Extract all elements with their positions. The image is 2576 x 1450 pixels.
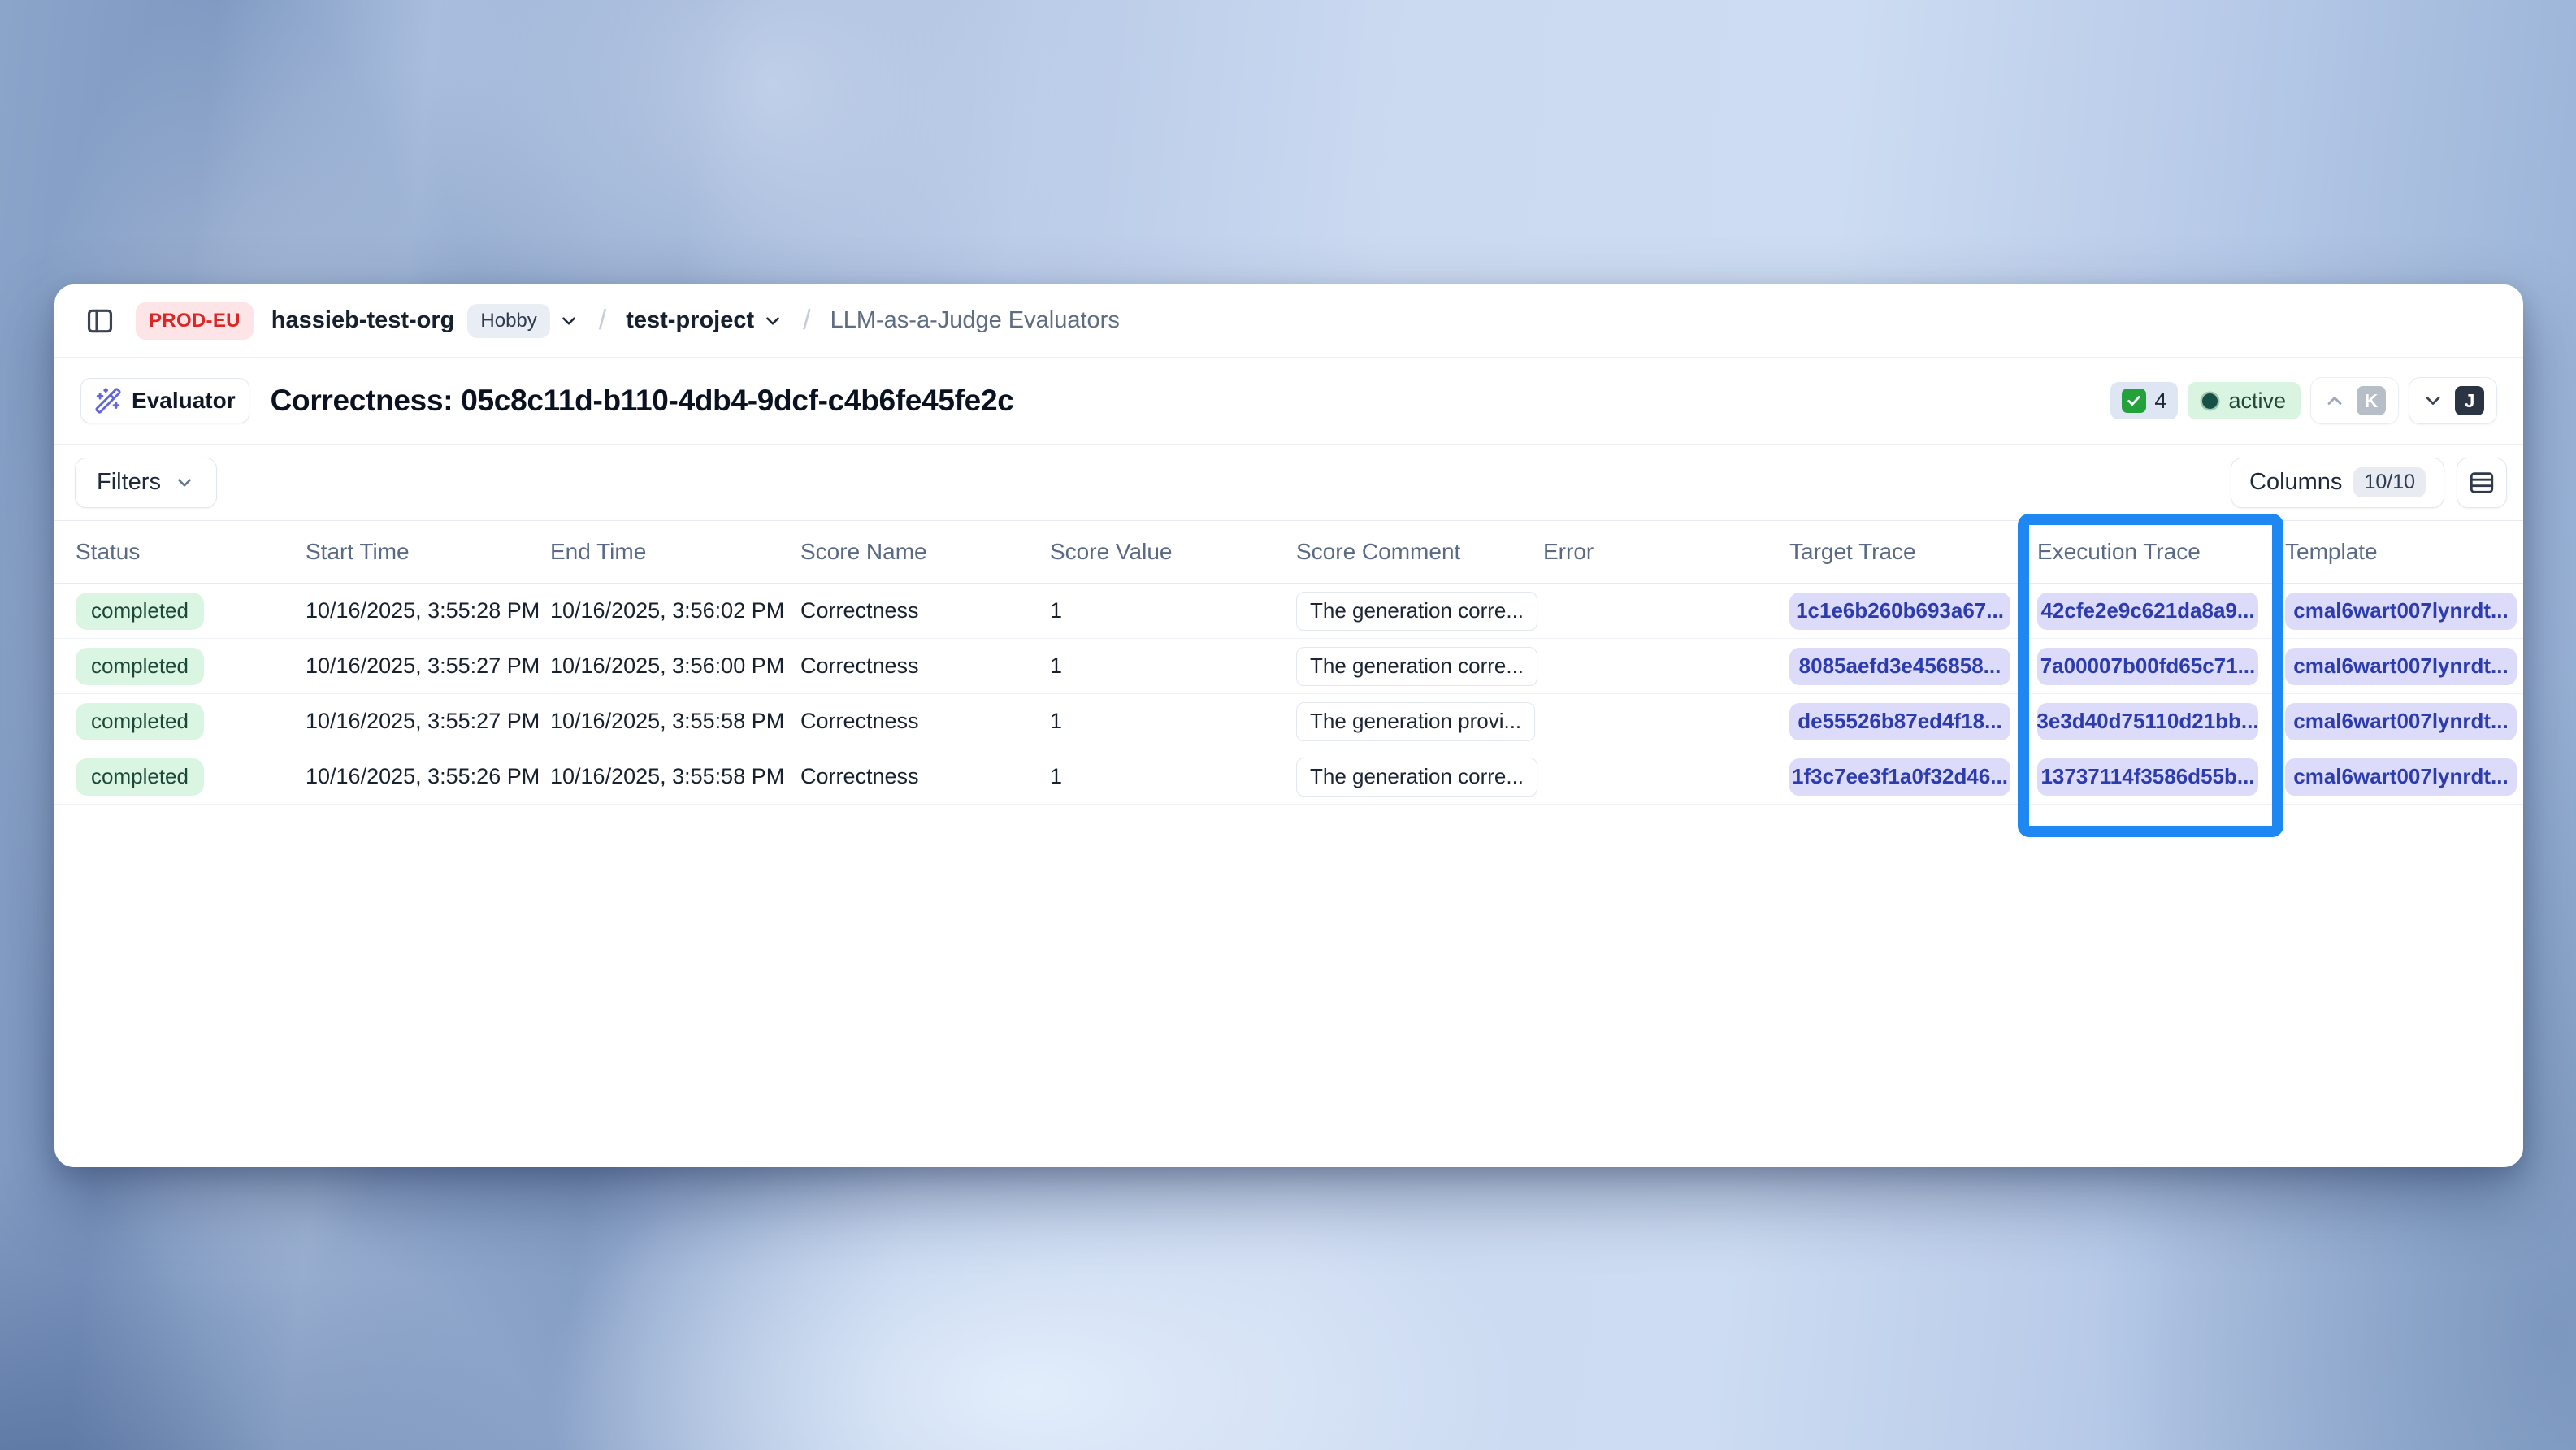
cell-score-name: Correctness (800, 764, 1050, 789)
status-badge: completed (76, 758, 204, 796)
chevron-up-icon (2323, 389, 2346, 412)
environment-badge: PROD-EU (136, 302, 254, 340)
cell-start-time: 10/16/2025, 3:55:28 PM (306, 598, 550, 623)
cell-start-time: 10/16/2025, 3:55:26 PM (306, 764, 550, 789)
check-icon (2122, 389, 2146, 413)
table-row[interactable]: completed 10/16/2025, 3:55:28 PM 10/16/2… (54, 584, 2523, 639)
column-header-target-trace: Target Trace (1789, 539, 2037, 565)
breadcrumb: PROD-EU hassieb-test-org Hobby / test-pr… (54, 284, 2523, 358)
wand-sparkles-icon (94, 387, 122, 415)
shortcut-key-j: J (2455, 386, 2484, 415)
score-comment-pill[interactable]: The generation provi... (1296, 702, 1535, 741)
evaluations-count: 4 (2154, 389, 2166, 414)
execution-trace-badge[interactable]: 13737114f3586d55b... (2037, 758, 2258, 796)
breadcrumb-project[interactable]: test-project (626, 307, 754, 334)
score-comment-pill[interactable]: The generation corre... (1296, 592, 1537, 631)
score-comment-pill[interactable]: The generation corre... (1296, 647, 1537, 686)
cell-end-time: 10/16/2025, 3:55:58 PM (550, 709, 800, 734)
cell-score-value: 1 (1050, 653, 1296, 679)
table-rows-icon (2468, 469, 2496, 497)
table-row[interactable]: completed 10/16/2025, 3:55:26 PM 10/16/2… (54, 749, 2523, 805)
column-header-score-name: Score Name (800, 539, 1050, 565)
template-badge[interactable]: cmal6wart007lynrdt... (2285, 758, 2517, 796)
cell-start-time: 10/16/2025, 3:55:27 PM (306, 653, 550, 679)
plan-badge[interactable]: Hobby (467, 304, 549, 338)
cell-end-time: 10/16/2025, 3:56:02 PM (550, 598, 800, 623)
columns-count-badge: 10/10 (2353, 467, 2426, 497)
row-height-button[interactable] (2457, 458, 2507, 508)
column-header-status: Status (76, 539, 306, 565)
org-switcher-button[interactable] (558, 310, 579, 332)
evaluator-header: Evaluator Correctness: 05c8c11d-b110-4db… (54, 358, 2523, 445)
chevron-down-icon (762, 310, 783, 332)
status-badge: completed (76, 593, 204, 630)
cell-start-time: 10/16/2025, 3:55:27 PM (306, 709, 550, 734)
breadcrumb-separator: / (803, 305, 810, 336)
panel-left-icon (85, 306, 115, 336)
target-trace-badge[interactable]: de55526b87ed4f18... (1789, 703, 2010, 740)
cell-score-name: Correctness (800, 653, 1050, 679)
next-item-button[interactable]: J (2409, 377, 2497, 424)
score-comment-pill[interactable]: The generation corre... (1296, 758, 1537, 797)
cell-score-value: 1 (1050, 598, 1296, 623)
chevron-down-icon (558, 310, 579, 332)
target-trace-badge[interactable]: 1c1e6b260b693a67... (1789, 593, 2010, 630)
columns-label: Columns (2249, 469, 2342, 496)
column-header-score-value: Score Value (1050, 539, 1296, 565)
column-header-template: Template (2285, 539, 2523, 565)
breadcrumb-separator: / (599, 305, 606, 336)
column-header-end-time: End Time (550, 539, 800, 565)
table-toolbar: Filters Columns 10/10 (54, 445, 2523, 520)
evaluations-count-badge: 4 (2110, 382, 2178, 419)
column-header-execution-trace: Execution Trace (2037, 539, 2285, 565)
page-title: Correctness: 05c8c11d-b110-4db4-9dcf-c4b… (271, 384, 1014, 418)
status-label: active (2228, 389, 2286, 414)
chevron-down-icon (174, 472, 195, 493)
cell-score-name: Correctness (800, 598, 1050, 623)
breadcrumb-page[interactable]: LLM-as-a-Judge Evaluators (830, 307, 1120, 334)
target-trace-badge[interactable]: 1f3c7ee3f1a0f32d46... (1789, 758, 2010, 796)
previous-item-button[interactable]: K (2310, 377, 2399, 424)
cell-end-time: 10/16/2025, 3:56:00 PM (550, 653, 800, 679)
cell-score-value: 1 (1050, 709, 1296, 734)
evaluator-type-badge: Evaluator (80, 378, 249, 423)
template-badge[interactable]: cmal6wart007lynrdt... (2285, 593, 2517, 630)
chevron-down-icon (2422, 389, 2444, 412)
target-trace-badge[interactable]: 8085aefd3e456858... (1789, 648, 2010, 685)
cell-score-name: Correctness (800, 709, 1050, 734)
table-header-row: Status Start Time End Time Score Name Sc… (54, 520, 2523, 584)
column-header-start-time: Start Time (306, 539, 550, 565)
breadcrumb-org[interactable]: hassieb-test-org (271, 307, 455, 334)
filters-label: Filters (97, 469, 161, 496)
active-dot-icon (2202, 393, 2218, 409)
status-badge: active (2188, 382, 2301, 419)
cell-end-time: 10/16/2025, 3:55:58 PM (550, 764, 800, 789)
app-window: PROD-EU hassieb-test-org Hobby / test-pr… (54, 284, 2523, 1167)
filters-button[interactable]: Filters (75, 458, 217, 508)
evaluator-type-label: Evaluator (132, 388, 236, 414)
execution-trace-badge[interactable]: 7a00007b00fd65c71... (2037, 648, 2258, 685)
column-header-score-comment: Score Comment (1296, 539, 1543, 565)
column-header-error: Error (1543, 539, 1789, 565)
execution-trace-badge[interactable]: 3e3d40d75110d21bb... (2037, 703, 2258, 740)
status-badge: completed (76, 648, 204, 685)
table-row[interactable]: completed 10/16/2025, 3:55:27 PM 10/16/2… (54, 694, 2523, 749)
template-badge[interactable]: cmal6wart007lynrdt... (2285, 648, 2517, 685)
columns-button[interactable]: Columns 10/10 (2231, 458, 2444, 508)
sidebar-toggle-button[interactable] (82, 303, 118, 339)
cell-score-value: 1 (1050, 764, 1296, 789)
template-badge[interactable]: cmal6wart007lynrdt... (2285, 703, 2517, 740)
shortcut-key-k: K (2357, 386, 2386, 415)
status-badge: completed (76, 703, 204, 740)
table-row[interactable]: completed 10/16/2025, 3:55:27 PM 10/16/2… (54, 639, 2523, 694)
project-switcher-button[interactable] (762, 310, 783, 332)
execution-trace-badge[interactable]: 42cfe2e9c621da8a9... (2037, 593, 2258, 630)
